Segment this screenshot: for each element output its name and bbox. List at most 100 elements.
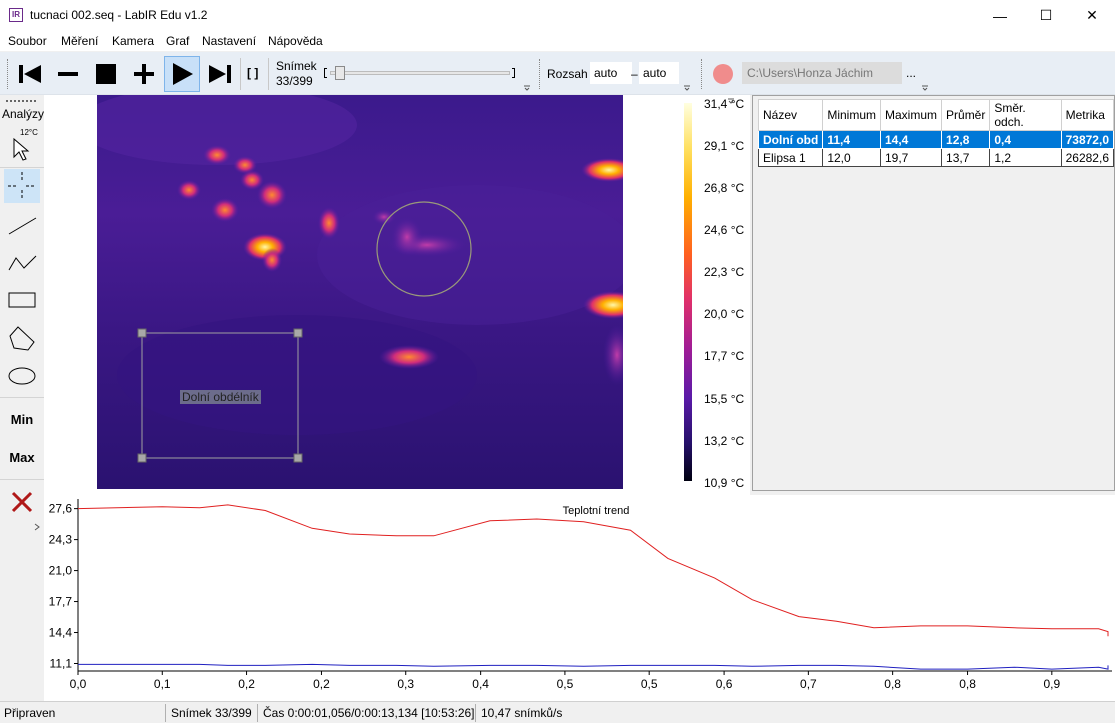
table-cell: 0,4	[989, 130, 1062, 149]
status-separator	[165, 704, 166, 722]
maximize-button[interactable]: ☐	[1023, 0, 1069, 31]
last-frame-button[interactable]	[202, 56, 238, 92]
x-tick-label: 0,4	[472, 677, 489, 691]
status-separator	[257, 704, 258, 722]
close-window-button[interactable]: ✕	[1069, 0, 1115, 31]
table-cell: 1,2	[989, 148, 1062, 167]
menu-bar: Soubor Měření Kamera Graf Nastavení Nápo…	[0, 31, 1115, 51]
scale-label: 15,5 °C	[704, 392, 745, 406]
expand-arrow-icon[interactable]	[34, 523, 40, 531]
column-header[interactable]: Maximum	[879, 99, 943, 131]
temperature-trend-chart[interactable]: 27,6 24,3 21,0 17,7 14,4 11,1 0,0 0,1 0,2 0,2 0,3 0…	[44, 495, 1115, 701]
toolbar-grip[interactable]	[539, 59, 541, 89]
browse-path-button[interactable]: ...	[906, 66, 916, 80]
roi-handle[interactable]	[293, 453, 303, 463]
table-row[interactable]: Elipsa 1 12,0 19,7 13,7 1,2 26282,6	[757, 148, 1115, 167]
cursor-arrow-icon	[13, 137, 30, 161]
color-scale-labels: 31,4 °C 29,1 °C 26,8 °C 24,6 °C 22,3 °C …	[704, 95, 752, 490]
ellipse-icon	[8, 367, 36, 385]
min-tool-button[interactable]: Min	[4, 402, 40, 436]
rectangle-tool[interactable]	[4, 283, 40, 317]
table-cell: 26282,6	[1060, 148, 1115, 167]
record-button[interactable]	[713, 64, 733, 84]
measurement-table-panel: Název Minimum Maximum Průměr Směr. odch.…	[752, 95, 1115, 491]
menu-soubor[interactable]: Soubor	[8, 34, 47, 48]
y-tick-label: 27,6	[49, 502, 73, 516]
column-header[interactable]: Průměr	[941, 99, 991, 131]
polyline-icon	[8, 255, 37, 271]
range-label: Rozsah	[547, 67, 588, 81]
point-tool[interactable]	[4, 169, 40, 203]
range-min-input[interactable]: auto	[590, 62, 632, 84]
menu-kamera[interactable]: Kamera	[112, 34, 154, 48]
overflow-chevron-icon[interactable]	[921, 84, 929, 92]
polygon-tool[interactable]	[4, 321, 40, 355]
overflow-chevron-icon[interactable]	[523, 84, 531, 92]
window-title: tucnaci 002.seq - LabIR Edu v1.2	[30, 8, 208, 22]
previous-frame-button[interactable]	[50, 56, 86, 92]
divider	[0, 397, 44, 398]
minus-icon	[58, 72, 78, 76]
y-tick-label: 11,1	[50, 656, 73, 670]
menu-napoveda[interactable]: Nápověda	[268, 34, 323, 48]
toolbar-grip[interactable]	[7, 59, 9, 89]
y-tick-label: 14,4	[49, 626, 73, 640]
column-header[interactable]: Název	[757, 99, 824, 131]
table-cell: 12,0	[822, 148, 881, 167]
line-icon	[8, 217, 37, 235]
minimize-button[interactable]: —	[977, 0, 1023, 31]
first-frame-button[interactable]	[12, 56, 48, 92]
status-frame: Snímek 33/399	[171, 706, 252, 720]
slider-thumb[interactable]	[335, 66, 345, 80]
scale-label: 10,9 °C	[704, 476, 745, 490]
overflow-chevron-icon[interactable]	[683, 84, 691, 92]
pointer-tool[interactable]: 12°C	[4, 128, 40, 165]
selection-brackets-button[interactable]: [ ]	[247, 66, 258, 80]
roi-handle[interactable]	[137, 453, 147, 463]
divider	[0, 479, 44, 480]
line-tool[interactable]	[4, 207, 40, 241]
stop-button[interactable]	[88, 56, 124, 92]
play-button[interactable]	[164, 56, 200, 92]
delete-tool[interactable]	[4, 485, 40, 519]
menu-nastaveni[interactable]: Nastavení	[202, 34, 256, 48]
rectangle-icon	[8, 292, 36, 308]
table-cell: Dolní obd	[757, 130, 824, 149]
table-row[interactable]: Dolní obd 11,4 14,4 12,8 0,4 73872,0	[757, 130, 1115, 149]
toolbar-separator	[268, 58, 269, 90]
column-header[interactable]: Směr. odch.	[989, 99, 1062, 131]
overflow-chevron-icon[interactable]	[727, 97, 735, 105]
frame-slider[interactable]	[324, 66, 516, 80]
panel-title: Analýzy	[2, 107, 45, 121]
next-frame-button[interactable]	[126, 56, 162, 92]
scale-label: 31,4 °C	[704, 97, 745, 111]
range-max-input[interactable]: auto	[639, 62, 679, 84]
column-header[interactable]: Minimum	[822, 99, 881, 131]
stop-icon	[96, 64, 116, 84]
slider-track	[330, 71, 510, 75]
table-cell: 73872,0	[1060, 130, 1115, 149]
delete-x-icon	[11, 491, 33, 513]
max-tool-button[interactable]: Max	[4, 440, 40, 474]
roi-handle[interactable]	[293, 328, 303, 338]
ellipse-tool[interactable]	[4, 359, 40, 393]
polyline-tool[interactable]	[4, 245, 40, 279]
roi-label: Dolní obdélník	[180, 390, 261, 404]
save-path-field[interactable]: C:\Users\Honza Jáchim	[742, 62, 902, 84]
scale-label: 17,7 °C	[704, 349, 745, 363]
slider-start-bracket	[324, 68, 327, 78]
app-logo-icon: IR	[9, 8, 23, 22]
roi-handle[interactable]	[137, 328, 147, 338]
scale-label: 26,8 °C	[704, 181, 745, 195]
status-bar: Připraven Snímek 33/399 Čas 0:00:01,056/…	[0, 701, 1115, 723]
menu-mereni[interactable]: Měření	[61, 34, 98, 48]
panel-grip[interactable]	[6, 100, 36, 102]
thermal-image[interactable]	[97, 95, 623, 489]
table-cell: 19,7	[879, 148, 943, 167]
status-separator	[475, 704, 476, 722]
menu-graf[interactable]: Graf	[166, 34, 189, 48]
toolbar-grip[interactable]	[701, 59, 703, 89]
chart-svg: 27,6 24,3 21,0 17,7 14,4 11,1 0,0 0,1 0,2 0,2 0,3 0…	[49, 499, 1112, 691]
skip-back-icon	[19, 65, 41, 83]
column-header[interactable]: Metrika	[1060, 99, 1115, 131]
